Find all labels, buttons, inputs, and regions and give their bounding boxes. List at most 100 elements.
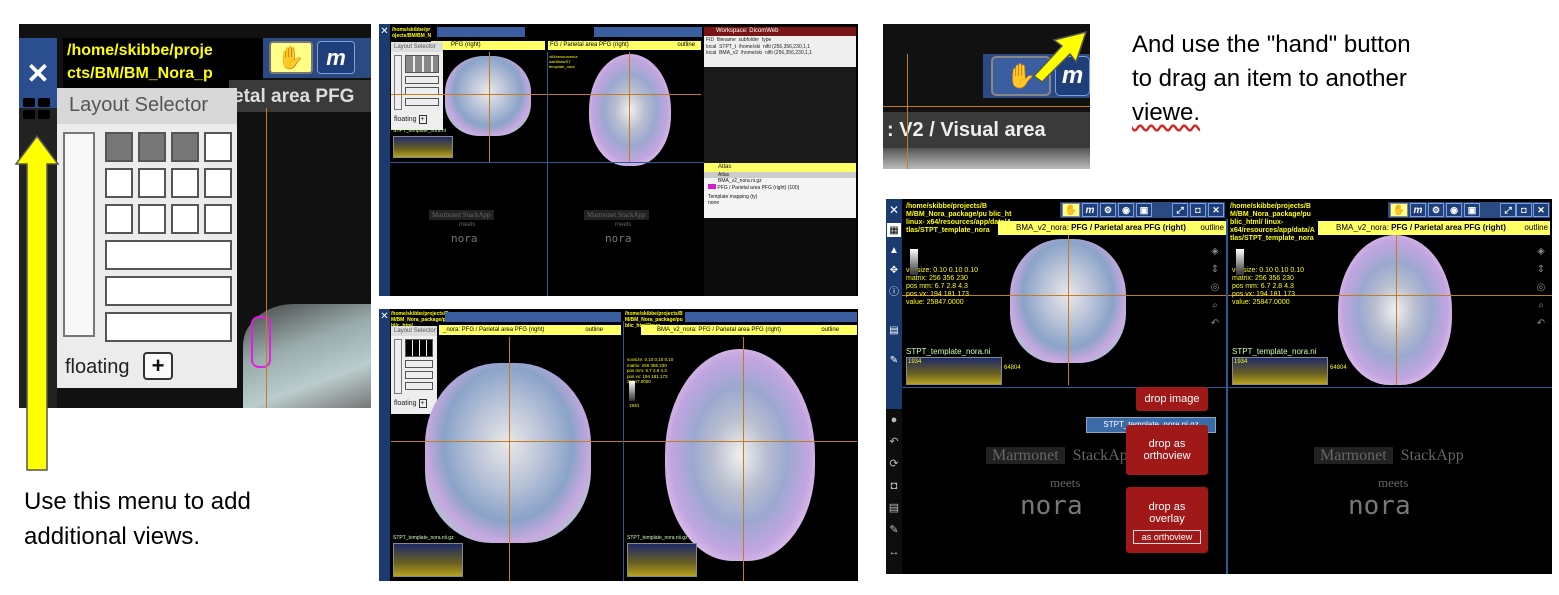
expand-icon[interactable]: ⤢ <box>1172 203 1188 217</box>
layout-cell[interactable] <box>171 204 199 234</box>
layout-cell[interactable] <box>204 132 232 162</box>
info-line: pos mm: 6.7 2.8 4.3 <box>1232 283 1294 290</box>
image-icon[interactable]: ▣ <box>1136 203 1152 217</box>
layout-cell[interactable] <box>171 132 199 162</box>
move-icon[interactable]: ✥ <box>887 263 901 277</box>
m-button[interactable]: m <box>1082 203 1098 217</box>
camera-icon[interactable]: ◘ <box>886 475 902 497</box>
drop-orthoview-line2: orthoview <box>1143 450 1191 462</box>
wrench-icon[interactable]: ✎ <box>887 353 901 367</box>
brain-axial <box>589 54 671 166</box>
measure-icon[interactable]: ↔ <box>886 541 902 563</box>
as-orthoview-button[interactable]: as orthoview <box>1132 530 1202 544</box>
view-title-left: _nora: PFG / Parietal area PFG (right) o… <box>439 325 621 335</box>
plus-icon[interactable]: + <box>418 115 427 124</box>
gear-icon[interactable]: ⚙ <box>1428 203 1444 217</box>
layout-row[interactable] <box>405 98 439 106</box>
table-icon[interactable]: ▤ <box>887 323 901 337</box>
layout-cell[interactable] <box>138 132 166 162</box>
layout-cell[interactable] <box>105 132 133 162</box>
layout-menu-zoom: ✕ /home/skibbe/proje cts/BM/BM_Nora_p ✋ … <box>19 24 371 408</box>
eye-icon[interactable]: ◉ <box>1118 203 1134 217</box>
cube-icon[interactable]: ◈ <box>1208 243 1222 261</box>
floating-label: floating + <box>394 115 427 124</box>
hand-button[interactable]: ✋ <box>1390 203 1408 217</box>
close-view-icon[interactable]: ✕ <box>1533 203 1549 217</box>
layout-row[interactable] <box>105 276 232 306</box>
hand-button[interactable]: ✋ <box>269 41 313 74</box>
drop-orthoview-button[interactable]: drop as orthoview <box>1126 425 1208 475</box>
layout-cell[interactable] <box>105 204 133 234</box>
view-title-left: BMA_v2_nora: PFG / Parietal area PFG (ri… <box>998 221 1226 235</box>
plus-icon[interactable]: + <box>418 399 427 408</box>
table-row[interactable]: local BMA_v2 /home/ski nifti (256,356,23… <box>704 50 856 56</box>
close-icon[interactable]: ✕ <box>380 26 389 37</box>
floating-text: floating <box>65 356 130 378</box>
save-icon[interactable]: ▤ <box>886 497 902 519</box>
layout-cell[interactable] <box>138 204 166 234</box>
marmonet-text: Marmonet <box>986 447 1065 464</box>
layout-cell[interactable] <box>105 168 133 198</box>
histogram-file-right: STPT_template_nora.nii.gz <box>627 535 688 541</box>
rotate-icon[interactable]: ⟳ <box>886 453 902 475</box>
layout-cell[interactable] <box>138 168 166 198</box>
ws-cell: local <box>706 50 717 56</box>
expand-icon[interactable]: ⤢ <box>1500 203 1516 217</box>
lower-sidebar: ● ↶ ⟳ ◘ ▤ ✎ ↔ <box>886 409 902 574</box>
m-button[interactable]: m <box>1410 203 1426 217</box>
layout-icon[interactable]: ▦ <box>887 223 901 237</box>
layout-cells[interactable] <box>405 55 439 73</box>
layout-row[interactable] <box>405 360 433 368</box>
mountain-icon[interactable]: ▲ <box>887 243 901 257</box>
undo-icon[interactable]: ↶ <box>1534 315 1548 333</box>
layout-selector-panel: floating + <box>57 124 237 388</box>
atlas-region[interactable]: PFG / Parietal area PFG (right) (100) <box>704 184 856 191</box>
circle-icon[interactable]: ● <box>886 409 902 431</box>
pen-icon[interactable]: ✎ <box>886 519 902 541</box>
layout-row[interactable] <box>405 382 433 390</box>
layout-cells[interactable] <box>405 339 433 357</box>
camera-icon[interactable]: ◘ <box>1190 203 1206 217</box>
template-mapping-value[interactable]: none <box>704 200 856 206</box>
undo-icon[interactable]: ↶ <box>1208 315 1222 333</box>
cube-icon[interactable]: ◈ <box>1534 243 1548 261</box>
pane-divider <box>902 387 1552 388</box>
layout-cell[interactable] <box>171 168 199 198</box>
swap-icon[interactable]: ⇕ <box>1534 261 1548 279</box>
title-left-bold: PFG / Parietal area PFG (right) <box>1071 223 1186 232</box>
hand-button[interactable]: ✋ <box>1062 203 1080 217</box>
info-icon[interactable]: ⓘ <box>887 283 901 298</box>
target-icon[interactable]: ◎ <box>1208 279 1222 297</box>
close-icon[interactable]: ✕ <box>380 311 389 322</box>
gear-icon[interactable]: ⚙ <box>1100 203 1116 217</box>
m-label: m <box>326 44 346 70</box>
close-view-icon[interactable]: ✕ <box>1208 203 1224 217</box>
layout-row[interactable] <box>105 240 232 270</box>
meets-text: meets <box>615 222 632 228</box>
layout-selector-icon[interactable] <box>21 96 53 122</box>
crosshair-h <box>391 441 857 442</box>
voxel-info: x64/resources/a dat/Atlas/ST template_no… <box>549 54 593 69</box>
logo-marmonet: Marmonet StackApp <box>429 210 494 220</box>
m-button[interactable]: m <box>317 41 355 74</box>
target-icon[interactable]: ◎ <box>1534 279 1548 297</box>
layout-row[interactable] <box>405 76 439 84</box>
title-left: PFG (right) <box>451 42 481 48</box>
add-floating-button[interactable]: + <box>143 352 173 380</box>
histogram-file-right: STPT_template_nora.ni <box>1232 347 1317 356</box>
layout-cell[interactable] <box>204 204 232 234</box>
eye-icon[interactable]: ◉ <box>1446 203 1462 217</box>
image-icon[interactable]: ▣ <box>1464 203 1480 217</box>
drop-image-button[interactable]: drop image <box>1136 387 1208 411</box>
zoom-icon[interactable]: ⌕ <box>1208 297 1222 315</box>
brain-slice <box>883 148 1090 169</box>
camera-icon[interactable]: ◘ <box>1516 203 1532 217</box>
layout-row[interactable] <box>405 371 433 379</box>
drop-overlay-button[interactable]: drop as overlay as orthoview <box>1126 487 1208 553</box>
close-icon[interactable]: ✕ <box>887 203 901 217</box>
zoom-icon[interactable]: ⌕ <box>1534 297 1548 315</box>
undo-icon[interactable]: ↶ <box>886 431 902 453</box>
swap-icon[interactable]: ⇕ <box>1208 261 1222 279</box>
layout-cell[interactable] <box>204 168 232 198</box>
layout-row[interactable] <box>105 312 232 342</box>
